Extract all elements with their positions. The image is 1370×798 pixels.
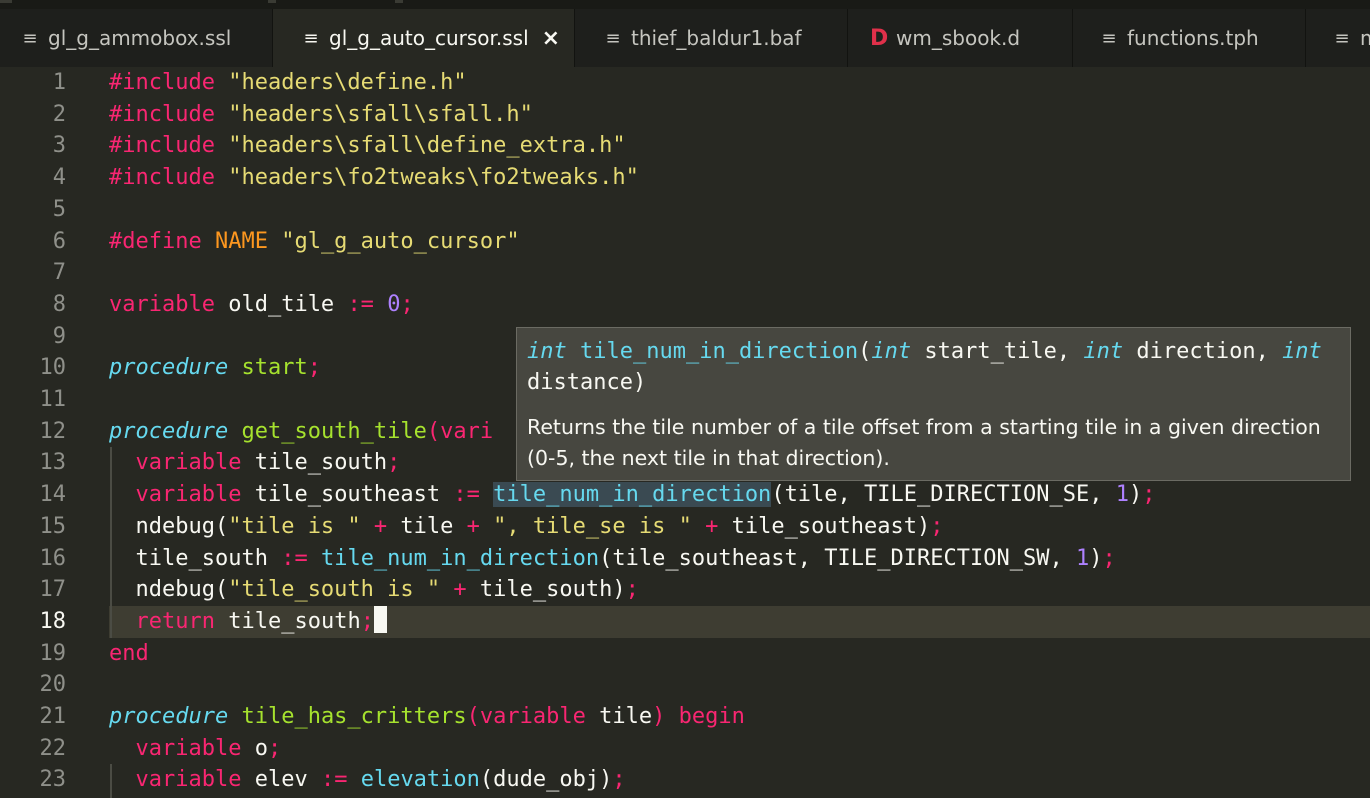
code-line-current: return tile_south; bbox=[109, 605, 387, 638]
line-number: 2 bbox=[52, 101, 66, 127]
file-lines-icon: ≡ bbox=[1334, 27, 1350, 49]
tab-label: m bbox=[1360, 26, 1370, 50]
line-number: 15 bbox=[39, 513, 67, 539]
text-cursor bbox=[373, 605, 387, 633]
line-number: 7 bbox=[52, 260, 66, 286]
code-line: variable old_tile := 0; bbox=[109, 291, 414, 317]
line-number: 20 bbox=[39, 672, 67, 698]
line-number: 16 bbox=[39, 545, 67, 571]
line-number: 4 bbox=[52, 165, 66, 191]
code-line: tile_south := tile_num_in_direction(tile… bbox=[135, 545, 1116, 571]
code-line: procedure start; bbox=[109, 355, 321, 381]
window-top-strip bbox=[0, 0, 1370, 9]
line-number: 8 bbox=[52, 291, 66, 317]
line-number: 5 bbox=[52, 196, 66, 222]
tab-bar: ≡ gl_g_ammobox.ssl ≡ gl_g_auto_cursor.ss… bbox=[0, 9, 1370, 67]
function-description: Returns the tile number of a tile offset… bbox=[527, 415, 1321, 470]
line-number-current: 18 bbox=[39, 608, 67, 634]
tab-m[interactable]: ≡ m bbox=[1306, 9, 1370, 67]
line-number: 1 bbox=[52, 70, 66, 95]
d-language-icon: D bbox=[870, 25, 889, 51]
code-line: variable o; bbox=[135, 735, 282, 761]
line-number: 10 bbox=[39, 355, 67, 381]
tab-label: thief_baldur1.baf bbox=[631, 26, 802, 50]
file-lines-icon: ≡ bbox=[303, 27, 319, 49]
code-line: #define NAME "gl_g_auto_cursor" bbox=[109, 228, 520, 254]
code-line: end bbox=[109, 640, 149, 666]
line-number: 23 bbox=[39, 767, 67, 793]
line-number: 22 bbox=[39, 735, 67, 761]
line-number: 12 bbox=[39, 418, 67, 444]
code-line: procedure get_south_tile(vari bbox=[109, 418, 494, 444]
tab-wm-sbook[interactable]: D wm_sbook.d bbox=[848, 9, 1073, 67]
tab-thief-baldur1[interactable]: ≡ thief_baldur1.baf bbox=[575, 9, 848, 67]
file-lines-icon: ≡ bbox=[605, 27, 621, 49]
line-number: 3 bbox=[52, 133, 66, 159]
signature-help-popup: int tile_num_in_direction(int start_tile… bbox=[516, 327, 1351, 481]
code-line: variable tile_southeast := tile_num_in_d… bbox=[135, 482, 1156, 508]
tab-gl-g-auto-cursor[interactable]: ≡ gl_g_auto_cursor.ssl × bbox=[273, 9, 575, 67]
line-number: 6 bbox=[52, 228, 66, 254]
line-number: 21 bbox=[39, 704, 67, 729]
tab-functions[interactable]: ≡ functions.tph bbox=[1073, 9, 1306, 67]
tab-gl-g-ammobox[interactable]: ≡ gl_g_ammobox.ssl bbox=[0, 9, 273, 67]
line-number: 17 bbox=[39, 577, 67, 603]
code-line: #include "headers\define.h" bbox=[109, 70, 467, 95]
code-line: ndebug("tile_south is " + tile_south); bbox=[135, 577, 639, 603]
tab-label: functions.tph bbox=[1127, 26, 1259, 50]
file-lines-icon: ≡ bbox=[1101, 27, 1117, 49]
line-number: 9 bbox=[52, 323, 66, 349]
code-line: procedure tile_has_critters(variable til… bbox=[109, 704, 745, 729]
code-line: #include "headers\fo2tweaks\fo2tweaks.h" bbox=[109, 165, 639, 191]
tab-label: wm_sbook.d bbox=[896, 26, 1021, 50]
tab-label: gl_g_auto_cursor.ssl bbox=[329, 26, 529, 50]
code-line: variable elev := elevation(dude_obj); bbox=[135, 767, 626, 793]
file-lines-icon: ≡ bbox=[22, 27, 38, 49]
code-line: ndebug("tile is " + tile + ", tile_se is… bbox=[135, 513, 944, 539]
tab-label: gl_g_ammobox.ssl bbox=[48, 26, 232, 50]
code-line: #include "headers\sfall\define_extra.h" bbox=[109, 133, 626, 159]
line-number: 19 bbox=[39, 640, 67, 666]
line-number: 14 bbox=[39, 482, 67, 508]
close-tab-icon[interactable]: × bbox=[542, 26, 560, 51]
line-number: 11 bbox=[39, 387, 67, 412]
function-signature: int tile_num_in_direction(int start_tile… bbox=[527, 339, 1322, 395]
code-line: variable tile_south; bbox=[135, 450, 401, 476]
line-number: 13 bbox=[39, 450, 67, 476]
code-line: #include "headers\sfall\sfall.h" bbox=[109, 101, 533, 127]
